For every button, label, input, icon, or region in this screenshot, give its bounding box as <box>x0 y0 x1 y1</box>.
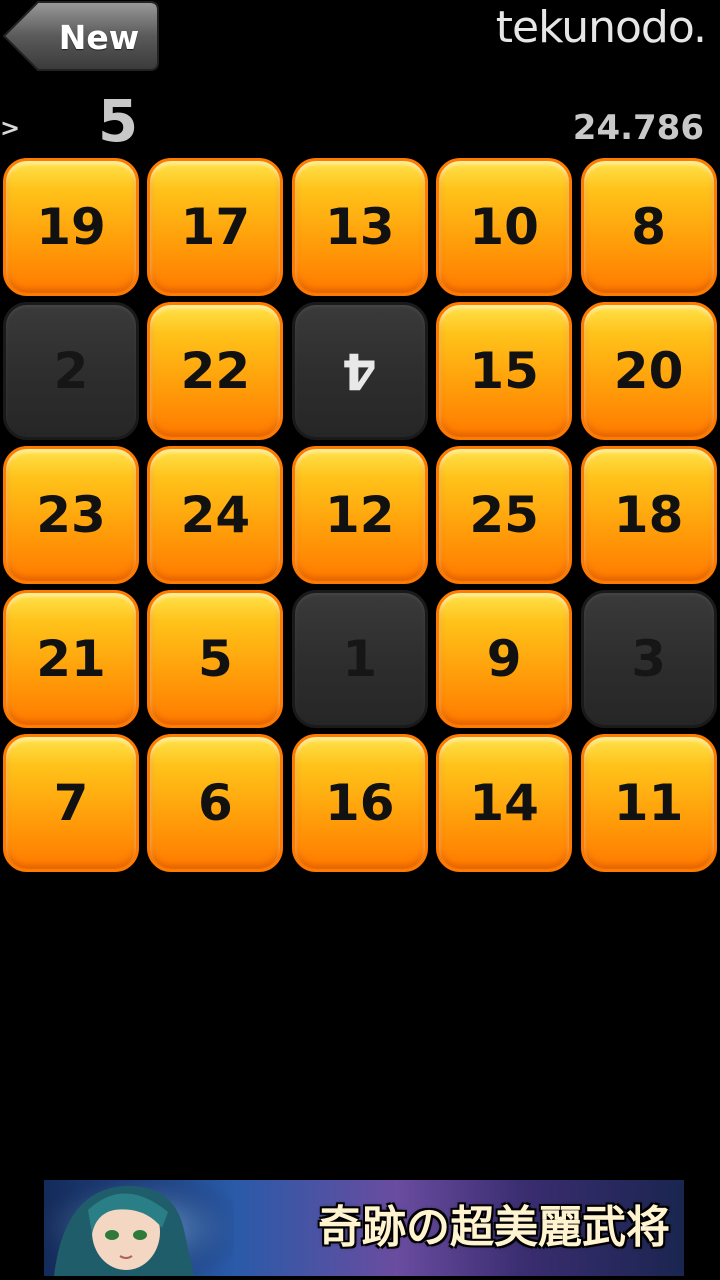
tile-number: 18 <box>613 486 684 544</box>
tile-number: 17 <box>180 198 251 256</box>
number-tile[interactable]: 13 <box>291 158 428 296</box>
tile-number: 2 <box>53 342 89 400</box>
tile-number: 7 <box>53 774 89 832</box>
tile-number: 14 <box>469 774 539 832</box>
tile-number: 16 <box>325 774 395 832</box>
number-tile[interactable]: 23 <box>3 446 139 584</box>
number-tile[interactable]: 22 <box>147 302 284 440</box>
number-tile[interactable]: 25 <box>436 446 573 584</box>
number-tile[interactable]: 20 <box>580 302 717 440</box>
tile-number: 5 <box>197 630 233 688</box>
tile-number: 23 <box>36 486 106 544</box>
prev-indicator: > <box>0 114 21 142</box>
number-tile[interactable]: 5 <box>147 590 284 728</box>
number-tile[interactable]: 6 <box>147 734 284 872</box>
tile-number: 10 <box>469 198 539 256</box>
tile-number: 8 <box>631 198 666 256</box>
number-tile[interactable]: 15 <box>436 302 573 440</box>
ad-banner[interactable]: 奇跡の超美麗武将 <box>44 1180 684 1276</box>
number-tile[interactable]: 4 <box>291 302 428 440</box>
next-target-number: 5 <box>97 87 139 155</box>
tile-number: 13 <box>325 198 395 256</box>
tile-number: 24 <box>180 486 251 544</box>
number-tile[interactable]: 9 <box>436 590 573 728</box>
tile-number: 6 <box>197 774 233 832</box>
number-tile[interactable]: 2 <box>3 302 139 440</box>
number-tile[interactable]: 11 <box>580 734 717 872</box>
number-tile[interactable]: 21 <box>3 590 139 728</box>
new-game-button[interactable]: New <box>2 0 160 72</box>
number-tile[interactable]: 8 <box>580 158 717 296</box>
number-tile[interactable]: 7 <box>3 734 139 872</box>
number-tile[interactable]: 14 <box>436 734 573 872</box>
tile-number: 21 <box>36 630 106 688</box>
tile-number: 20 <box>613 342 684 400</box>
tile-number: 19 <box>36 198 106 256</box>
number-grid: 19 17 13 10 8 2 22 4 15 20 23 24 12 25 18 21 5 1 9 3 7 6 16 14 1… <box>0 158 720 878</box>
brand-logo: tekunodo. <box>495 2 707 53</box>
tile-number: 22 <box>180 342 251 400</box>
tile-number: 1 <box>342 630 378 688</box>
number-tile[interactable]: 19 <box>3 158 139 296</box>
number-tile[interactable]: 1 <box>291 590 428 728</box>
tile-number: 9 <box>486 630 522 688</box>
number-tile[interactable]: 17 <box>147 158 284 296</box>
number-tile[interactable]: 18 <box>580 446 717 584</box>
new-button-label: New <box>58 18 140 57</box>
ad-headline: 奇跡の超美麗武将 <box>318 1202 670 1253</box>
tile-number: 15 <box>469 342 539 400</box>
number-tile[interactable]: 24 <box>147 446 284 584</box>
number-tile[interactable]: 16 <box>291 734 428 872</box>
number-tile[interactable]: 3 <box>580 590 717 728</box>
tile-number: 11 <box>613 774 684 832</box>
tile-number: 3 <box>631 630 666 688</box>
tile-number: 12 <box>325 486 395 544</box>
tile-number: 25 <box>469 486 539 544</box>
elapsed-timer: 24.786 <box>572 108 704 148</box>
ad-character-image <box>44 1180 234 1276</box>
number-tile[interactable]: 10 <box>436 158 573 296</box>
tile-number: 4 <box>342 342 378 400</box>
number-tile[interactable]: 12 <box>291 446 428 584</box>
